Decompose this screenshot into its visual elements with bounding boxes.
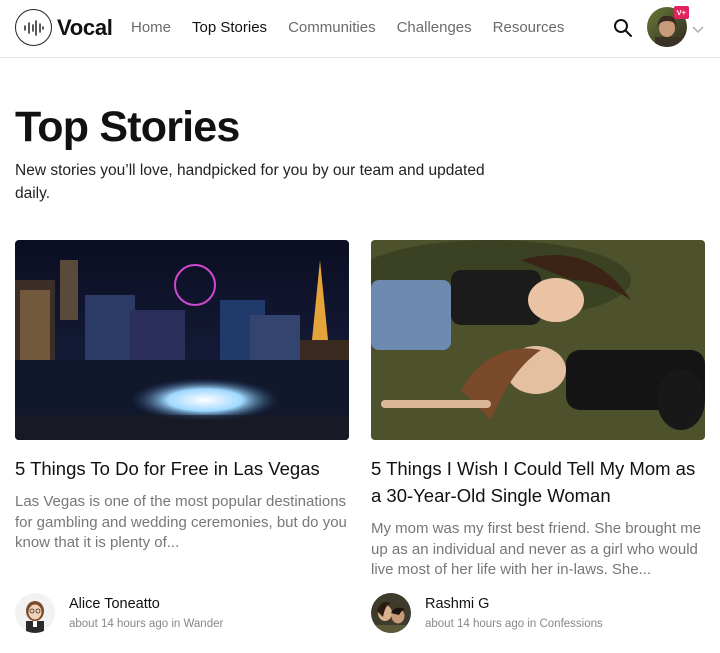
story-meta: about 14 hours ago in Wander: [69, 616, 223, 632]
author-name[interactable]: Rashmi G: [425, 595, 603, 613]
search-icon[interactable]: [612, 17, 634, 39]
story-in: in: [171, 617, 181, 630]
story-time: about 14 hours ago: [425, 617, 525, 630]
vocal-plus-badge: V+: [673, 6, 689, 19]
story-title[interactable]: 5 Things I Wish I Could Tell My Mom as a…: [371, 455, 705, 509]
story-title[interactable]: 5 Things To Do for Free in Las Vegas: [15, 455, 349, 482]
brand-name: Vocal: [57, 14, 113, 40]
story-time: about 14 hours ago: [69, 617, 169, 630]
story-meta: about 14 hours ago in Confessions: [425, 616, 603, 632]
story-card: 5 Things To Do for Free in Las Vegas Las…: [15, 240, 349, 554]
story-community[interactable]: Wander: [183, 618, 223, 630]
author-avatar[interactable]: [371, 593, 411, 633]
nav-resources[interactable]: Resources: [493, 19, 565, 36]
story-author: Rashmi G about 14 hours ago in Confessio…: [371, 592, 603, 634]
story-image[interactable]: [371, 240, 705, 440]
story-image[interactable]: [15, 240, 349, 440]
author-avatar[interactable]: [15, 593, 55, 633]
author-meta: Rashmi G about 14 hours ago in Confessio…: [425, 595, 603, 632]
top-nav: Vocal Home Top Stories Communities Chall…: [0, 0, 720, 58]
chevron-down-icon[interactable]: [691, 22, 705, 36]
story-excerpt: Las Vegas is one of the most popular des…: [15, 493, 347, 551]
story-author: Alice Toneatto about 14 hours ago in Wan…: [15, 592, 223, 634]
story-in: in: [527, 617, 537, 630]
nav-top-stories[interactable]: Top Stories: [192, 19, 267, 36]
story-card: 5 Things I Wish I Could Tell My Mom as a…: [371, 240, 705, 581]
nav-home[interactable]: Home: [131, 19, 171, 36]
page-title: Top Stories: [15, 103, 240, 151]
nav-challenges[interactable]: Challenges: [397, 19, 472, 36]
nav-communities[interactable]: Communities: [288, 19, 376, 36]
story-excerpt: My mom was my first best friend. She bro…: [371, 520, 702, 578]
page-subtitle: New stories you’ll love, handpicked for …: [15, 162, 485, 202]
story-community[interactable]: Confessions: [539, 618, 602, 630]
author-meta: Alice Toneatto about 14 hours ago in Wan…: [69, 595, 223, 632]
vocal-soundwave-icon: [15, 9, 52, 46]
vocal-logo[interactable]: Vocal: [15, 9, 113, 46]
author-name[interactable]: Alice Toneatto: [69, 595, 223, 613]
main-nav: Home Top Stories Communities Challenges …: [131, 19, 564, 36]
user-avatar-button[interactable]: V+: [647, 6, 689, 47]
